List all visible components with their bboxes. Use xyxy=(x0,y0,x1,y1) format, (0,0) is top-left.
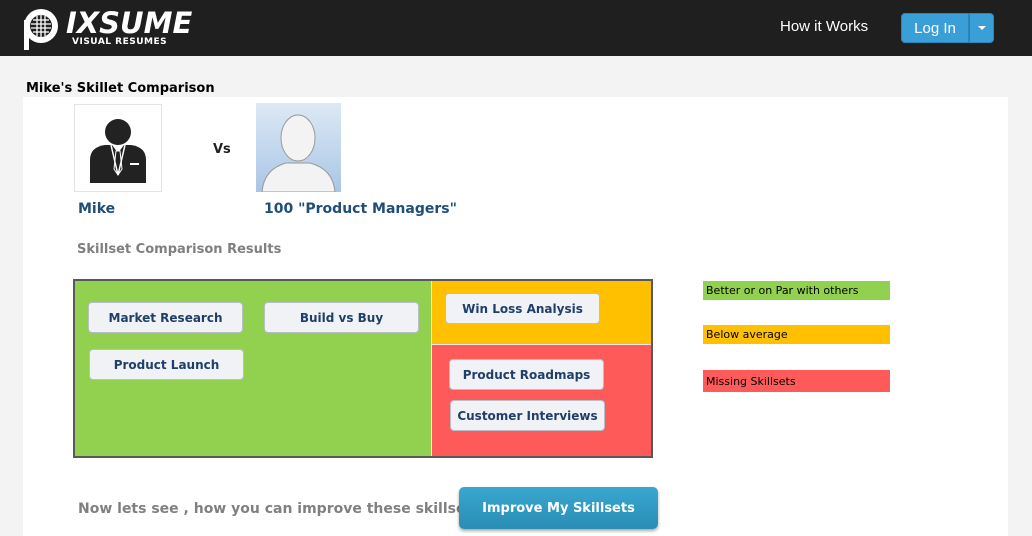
logo-wordmark: IXSUME xyxy=(66,6,193,40)
how-it-works-link[interactable]: How it Works xyxy=(780,18,868,35)
default-person-icon xyxy=(256,103,341,193)
login-button-group: Log In xyxy=(901,13,994,43)
skill-customer-interviews[interactable]: Customer Interviews xyxy=(450,400,605,431)
legend-missing: Missing Skillsets xyxy=(703,370,890,392)
chevron-down-icon xyxy=(977,26,986,30)
skill-win-loss-analysis[interactable]: Win Loss Analysis xyxy=(445,293,600,324)
business-person-icon xyxy=(90,119,146,183)
login-dropdown-toggle[interactable] xyxy=(969,13,994,43)
legend-below-average: Below average xyxy=(703,325,890,344)
top-navbar: IXSUME VISUAL RESUMES How it Works Log I… xyxy=(0,0,1032,56)
improve-skillsets-button[interactable]: Improve My Skillsets xyxy=(459,487,658,529)
pixsume-logo[interactable]: IXSUME VISUAL RESUMES xyxy=(20,2,210,52)
login-button[interactable]: Log In xyxy=(901,13,969,43)
skill-product-roadmaps[interactable]: Product Roadmaps xyxy=(449,359,604,390)
section-title: Skillset Comparison Results xyxy=(77,242,282,257)
vs-label: Vs xyxy=(213,142,231,157)
user-name: Mike xyxy=(78,201,116,217)
logo-tagline: VISUAL RESUMES xyxy=(72,37,168,47)
skill-product-launch[interactable]: Product Launch xyxy=(89,349,244,380)
peer-group-label: 100 "Product Managers" xyxy=(264,201,457,217)
legend-better: Better or on Par with others xyxy=(703,281,890,300)
improve-prompt: Now lets see , how you can improve these… xyxy=(78,501,481,517)
page-title: Mike's Skillet Comparison xyxy=(26,81,215,96)
skillset-grid: Market Research Build vs Buy Product Lau… xyxy=(73,279,653,458)
user-avatar xyxy=(74,104,162,192)
logo-globe-icon xyxy=(24,9,58,50)
peer-avatar xyxy=(256,103,341,193)
skill-build-vs-buy[interactable]: Build vs Buy xyxy=(264,302,419,333)
skill-market-research[interactable]: Market Research xyxy=(88,302,243,333)
